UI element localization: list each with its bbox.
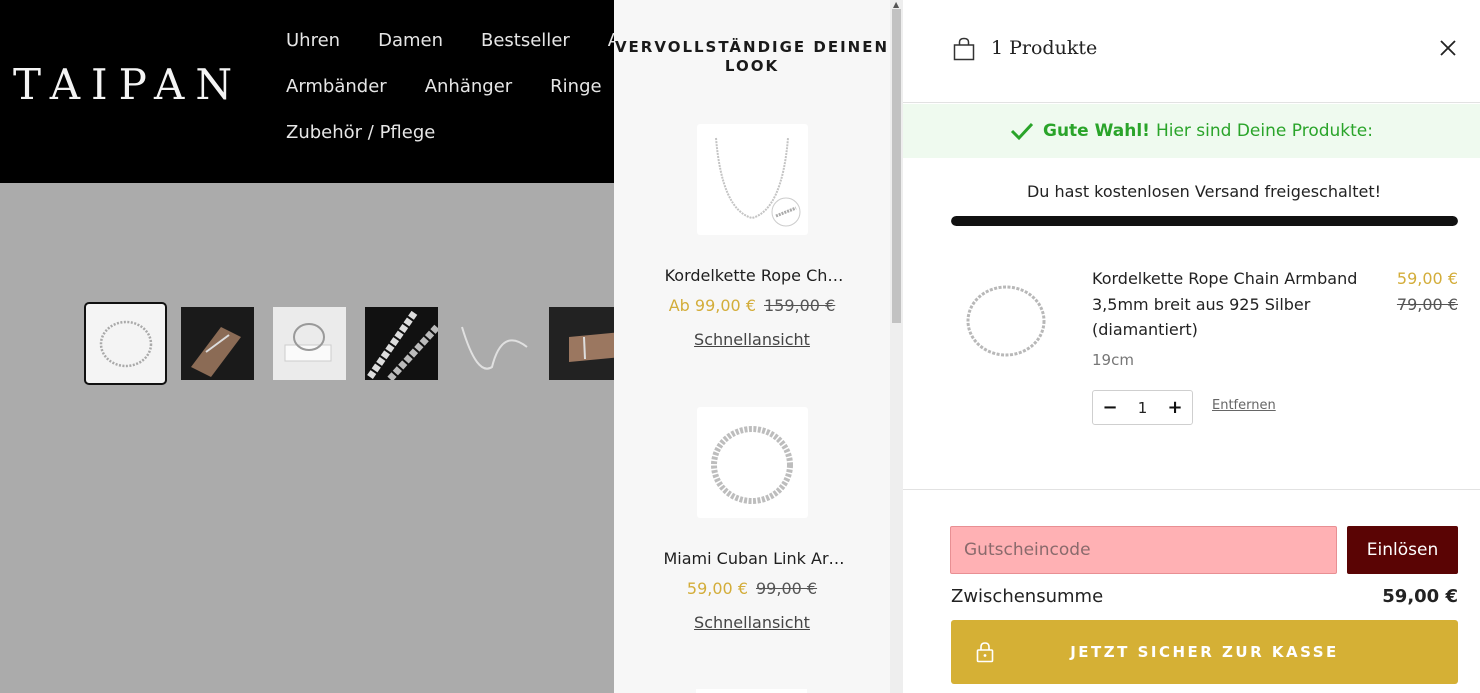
decrease-quantity-button[interactable]: − [1101, 397, 1119, 418]
site-logo[interactable]: TAIPAN [13, 60, 243, 109]
nav-item-ringe[interactable]: Ringe [550, 76, 601, 122]
success-banner: Gute Wahl! Hier sind Deine Produkte: [903, 104, 1480, 158]
nav-item-anhaenger[interactable]: Anhänger [425, 76, 512, 122]
loose-chain-image [461, 326, 528, 370]
quick-view-link[interactable]: Schnellansicht [694, 613, 810, 632]
upsell-item-name[interactable]: Miami Cuban Link Ar… [614, 549, 890, 568]
cart-line-item: Kordelkette Rope Chain Armband 3,5mm bre… [903, 258, 1480, 490]
quantity-value[interactable]: 1 [1138, 399, 1148, 417]
quantity-stepper: − 1 + [1092, 390, 1193, 425]
nav-item-zubehoer[interactable]: Zubehör / Pflege [286, 122, 435, 168]
cart-item-price: 59,00 € 79,00 € [1343, 266, 1458, 317]
checkout-button[interactable]: JETZT SICHER ZUR KASSE [951, 620, 1458, 684]
lock-icon [976, 642, 994, 663]
upsell-item-name[interactable]: Kordelkette Rope Ch… [614, 266, 890, 285]
cart-item-name[interactable]: Kordelkette Rope Chain Armband 3,5mm bre… [1092, 266, 1374, 343]
shipping-progress-fill [951, 216, 1458, 226]
quick-view-link[interactable]: Schnellansicht [694, 330, 810, 349]
upsell-item-old-price: 99,00 € [756, 579, 818, 598]
wrist-photo-image [181, 307, 254, 380]
upsell-item-price: 59,00 € 99,00 € [614, 579, 890, 598]
upsell-item-current-price: Ab 99,00 € [668, 296, 756, 315]
increase-quantity-button[interactable]: + [1166, 397, 1184, 418]
close-icon[interactable] [1438, 38, 1458, 58]
shopping-bag-icon [953, 37, 975, 61]
upsell-title: VERVOLLSTÄNDIGE DEINEN LOOK [614, 38, 890, 75]
thumbnail-loose-chain[interactable] [457, 307, 530, 380]
subtotal-label: Zwischensumme [951, 586, 1104, 607]
free-shipping-message: Du hast kostenlosen Versand freigeschalt… [1026, 182, 1382, 201]
upsell-item: Kordelkette Rope Ch… Ab 99,00 €159,00 € … [614, 124, 890, 349]
bracelet-image [99, 320, 152, 367]
cart-item-old-price: 79,00 € [1396, 294, 1458, 314]
cart-header: 1 Produkte [903, 0, 1480, 103]
arm-photo-image [549, 307, 614, 380]
background-page: TAIPAN Uhren Damen Bestseller Ak Armbänd… [0, 0, 614, 693]
remove-item-link[interactable]: Entfernen [1212, 398, 1276, 413]
checkmark-icon [1010, 122, 1034, 141]
nav-item-damen[interactable]: Damen [378, 30, 443, 76]
nav-row: Uhren Damen Bestseller Ak [286, 30, 614, 76]
subtotal-value: 59,00 € [1382, 586, 1458, 607]
shipping-progress-bar [951, 216, 1458, 226]
thumbnail-bracelet[interactable] [84, 302, 167, 385]
upsell-item-image[interactable] [696, 407, 808, 518]
cart-item-current-price: 59,00 € [1396, 269, 1458, 288]
chain-closeup-image [367, 310, 438, 380]
thumbnail-arm-photo[interactable] [549, 307, 614, 380]
thumbnail-wrist-photo[interactable] [181, 307, 254, 380]
redeem-coupon-button[interactable]: Einlösen [1347, 526, 1458, 574]
coupon-code-input[interactable] [950, 526, 1337, 574]
upsell-item-old-price: 159,00 € [764, 296, 836, 315]
gift-box-image [273, 307, 346, 380]
upsell-item: Miami Cuban Link Ar… 59,00 € 99,00 € Schn… [614, 407, 890, 632]
product-thumbnails [84, 302, 614, 385]
cuban-bracelet-image [711, 425, 793, 504]
rope-bracelet-image [966, 285, 1046, 357]
necklace-image [715, 137, 801, 226]
thumbnail-gift-box[interactable] [273, 307, 346, 380]
cart-drawer: 1 Produkte Gute Wahl! Hier sind Deine Pr… [903, 0, 1480, 693]
cart-item-count: 1 Produkte [991, 37, 1098, 59]
cart-item-image[interactable] [960, 275, 1052, 367]
nav-row: Zubehör / Pflege [286, 122, 614, 168]
cart-item-variant: 19cm [1092, 351, 1134, 369]
upsell-item-image[interactable] [696, 124, 808, 235]
success-message: Hier sind Deine Produkte: [1155, 121, 1373, 141]
nav-item-armbaender[interactable]: Armbänder [286, 76, 387, 122]
nav-item-bestseller[interactable]: Bestseller [481, 30, 570, 76]
upsell-item-image[interactable] [696, 689, 807, 693]
nav-row: Armbänder Anhänger Ringe [286, 76, 614, 122]
site-header: TAIPAN Uhren Damen Bestseller Ak Armbänd… [0, 0, 614, 183]
upsell-item-price: Ab 99,00 € 159,00 € [614, 296, 890, 315]
scroll-up-arrow-icon[interactable]: ▲ [893, 0, 899, 9]
main-nav: Uhren Damen Bestseller Ak Armbänder Anhä… [286, 30, 614, 168]
thumbnail-chain-closeup[interactable] [365, 307, 438, 380]
upsell-item-current-price: 59,00 € [686, 579, 748, 598]
upsell-scrollbar[interactable]: ▲ [890, 0, 903, 693]
nav-item-uhren[interactable]: Uhren [286, 30, 340, 76]
success-title: Gute Wahl! [1043, 121, 1150, 141]
upsell-panel: VERVOLLSTÄNDIGE DEINEN LOOK Kordelkette … [614, 0, 903, 693]
scrollbar-thumb[interactable] [892, 9, 901, 323]
checkout-label: JETZT SICHER ZUR KASSE [1070, 643, 1339, 661]
